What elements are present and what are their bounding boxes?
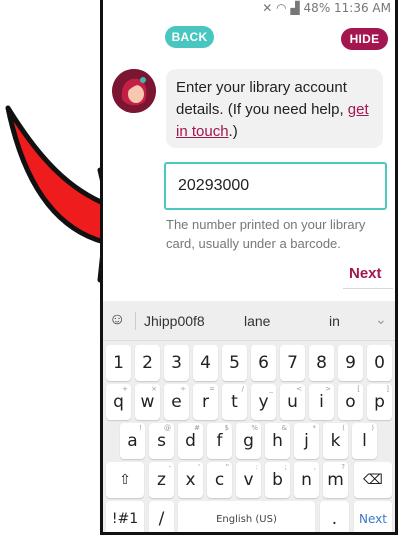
key-period[interactable]: . (320, 501, 349, 532)
hide-button[interactable]: HIDE (341, 28, 388, 50)
key-q[interactable]: q + (106, 384, 131, 420)
key-j[interactable]: j * (294, 423, 319, 459)
message-text-end: .) (228, 123, 238, 140)
phone-screen: ✕ ◠ ▟ 48% 11:36 AM BACK HIDE Enter your … (100, 0, 398, 535)
key-g[interactable]: g% (236, 423, 261, 459)
key-u[interactable]: u < (280, 384, 305, 420)
next-underline (343, 288, 393, 289)
key-3[interactable]: 3 (164, 345, 189, 381)
next-button[interactable]: Next (349, 265, 382, 282)
suggestion-item[interactable]: lane (244, 313, 270, 329)
key-9[interactable]: 9 (338, 345, 363, 381)
key-1[interactable]: 1 (106, 345, 131, 381)
backspace-icon[interactable]: ⌫ (354, 462, 392, 498)
key-b[interactable]: b; (265, 462, 290, 498)
key-w[interactable]: w × (135, 384, 160, 420)
card-number-value: 20293000 (178, 177, 250, 194)
key-d[interactable]: d # (178, 423, 203, 459)
chevron-down-icon[interactable]: ⌄ (375, 311, 387, 328)
status-bar: ✕ ◠ ▟ 48% 11:36 AM (262, 1, 391, 15)
key-f[interactable]: f $ (207, 423, 232, 459)
space-key[interactable]: English (US) (178, 501, 315, 532)
key-e[interactable]: e ÷ (164, 384, 189, 420)
key-7[interactable]: 7 (280, 345, 305, 381)
key-v[interactable]: v: (236, 462, 261, 498)
key-6[interactable]: 6 (251, 345, 276, 381)
key-p[interactable]: p] (367, 384, 392, 420)
mute-icon: ✕ (262, 1, 273, 15)
key-x[interactable]: x ' (178, 462, 203, 498)
key-5[interactable]: 5 (222, 345, 247, 381)
key-l[interactable]: l) (352, 423, 377, 459)
emoji-icon[interactable]: ☺ (109, 311, 125, 329)
keyboard-next-key[interactable]: Next (354, 501, 392, 532)
key-h[interactable]: h & (265, 423, 290, 459)
key-o[interactable]: o[ (338, 384, 363, 420)
key-y[interactable]: y _ (251, 384, 276, 420)
key-2[interactable]: 2 (135, 345, 160, 381)
wifi-icon: ◠ (276, 1, 287, 15)
key-n[interactable]: n, (294, 462, 319, 498)
suggestion-item[interactable]: Jhipp00f8 (144, 313, 205, 329)
key-8[interactable]: 8 (309, 345, 334, 381)
key-c[interactable]: c " (207, 462, 232, 498)
key-k[interactable]: k( (323, 423, 348, 459)
message-text: Enter your library account details. (If … (176, 79, 348, 118)
keyboard: ☺ Jhipp00f8 lane in ⌄ 1 2 3 4 5 6 7 8 9 0 q + w × e ÷ r =… (103, 301, 395, 532)
key-a[interactable]: a! (120, 423, 145, 459)
message-bubble: Enter your library account details. (If … (166, 69, 383, 148)
key-slash[interactable]: / (149, 501, 174, 532)
key-z[interactable]: z- (149, 462, 174, 498)
key-m[interactable]: m? (323, 462, 348, 498)
suggestion-divider (135, 312, 136, 330)
key-i[interactable]: i > (309, 384, 334, 420)
helper-text: The number printed on your library card,… (166, 217, 366, 251)
key-t[interactable]: t / (222, 384, 247, 420)
suggestion-bar: ☺ Jhipp00f8 lane in ⌄ (103, 301, 395, 341)
signal-icon: ▟ (290, 1, 300, 15)
key-s[interactable]: s @ (149, 423, 174, 459)
symbols-key[interactable]: !#1 (106, 501, 144, 532)
suggestion-item[interactable]: in (329, 313, 340, 329)
key-0[interactable]: 0 (367, 345, 392, 381)
card-number-input[interactable]: 20293000 (164, 162, 387, 210)
key-r[interactable]: r = (193, 384, 218, 420)
back-button[interactable]: BACK (165, 26, 214, 48)
status-text: 48% 11:36 AM (303, 1, 391, 15)
shift-icon[interactable]: ⇧ (106, 462, 144, 498)
key-4[interactable]: 4 (193, 345, 218, 381)
library-avatar-icon (112, 69, 156, 113)
